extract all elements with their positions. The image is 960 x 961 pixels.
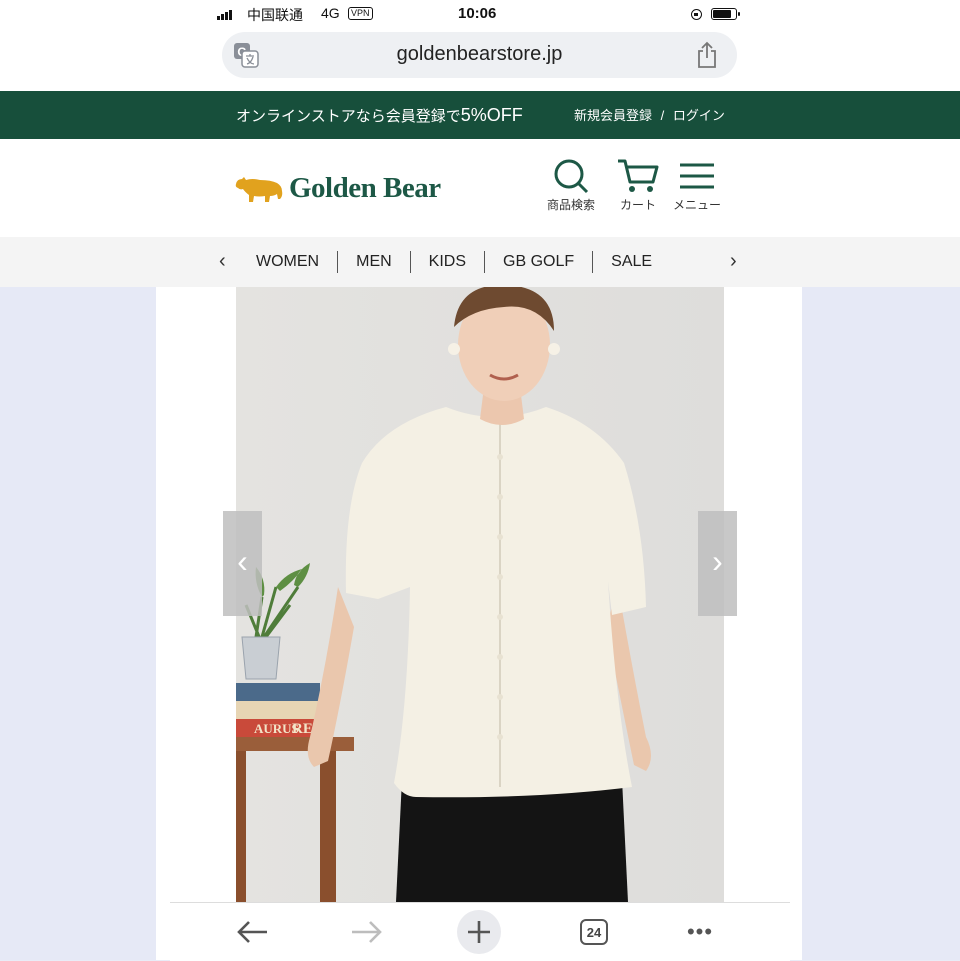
carousel-next-button[interactable]: ›	[698, 511, 737, 616]
plus-icon	[468, 921, 490, 943]
arrow-right-icon	[352, 921, 382, 943]
hamburger-menu-icon	[680, 163, 714, 189]
side-background-right	[802, 287, 960, 960]
register-link[interactable]: 新規会員登録	[574, 108, 652, 123]
tab-count-badge: 24	[580, 919, 608, 945]
nav-item-women[interactable]: WOMEN	[238, 253, 337, 271]
login-link[interactable]: ログイン	[673, 108, 725, 123]
new-tab-button[interactable]	[457, 910, 501, 954]
status-time: 10:06	[458, 5, 497, 22]
bear-logo-icon	[235, 177, 283, 202]
category-nav: ‹ WOMEN MEN KIDS GB GOLF SALE ›	[0, 237, 960, 287]
cart-label: カート	[619, 198, 656, 212]
tabs-button[interactable]: 24	[574, 913, 614, 951]
menu-label: メニュー	[672, 198, 721, 212]
arrow-left-icon	[237, 921, 267, 943]
battery-icon	[711, 8, 740, 20]
promo-discount: 5%OFF	[460, 105, 523, 125]
link-separator: /	[660, 108, 665, 123]
product-photo-illustration: AURUS REX	[236, 287, 724, 902]
chevron-right-icon: ›	[712, 543, 723, 579]
site-logo[interactable]: Golden Bear	[233, 170, 441, 206]
menu-button[interactable]: メニュー	[667, 158, 727, 213]
orientation-lock-icon	[691, 9, 702, 20]
forward-button[interactable]	[347, 913, 387, 951]
network-type: 4G	[321, 5, 340, 21]
promo-banner: オンラインストアなら会員登録で5%OFF 新規会員登録 / ログイン	[0, 91, 960, 139]
carrier-name: 中国联通	[247, 7, 303, 23]
promo-text-prefix: オンラインストアなら会員登録で	[236, 108, 461, 125]
carousel-prev-button[interactable]: ‹	[223, 511, 262, 616]
nav-prev-icon[interactable]: ‹	[219, 250, 226, 273]
nav-next-icon[interactable]: ›	[730, 250, 737, 273]
brand-name: Golden Bear	[289, 171, 441, 204]
signal-icon	[217, 10, 232, 20]
more-options-icon[interactable]: •••	[678, 913, 722, 951]
chevron-left-icon: ‹	[237, 543, 248, 579]
browser-toolbar: 24 •••	[170, 902, 790, 961]
search-label: 商品検索	[546, 198, 595, 212]
status-bar: 中国联通 4G VPN 10:06	[217, 4, 743, 26]
search-button[interactable]: 商品検索	[541, 158, 601, 213]
share-icon[interactable]	[695, 41, 719, 69]
cart-button[interactable]: カート	[608, 158, 668, 213]
search-icon	[554, 159, 589, 194]
promo-message: オンラインストアなら会員登録で5%OFF	[236, 105, 523, 126]
side-background-left	[0, 287, 156, 960]
account-links: 新規会員登録 / ログイン	[574, 105, 725, 124]
nav-item-kids[interactable]: KIDS	[411, 253, 484, 271]
cart-icon	[618, 159, 659, 192]
address-bar[interactable]: G goldenbearstore.jp	[222, 32, 737, 78]
nav-item-men[interactable]: MEN	[338, 253, 410, 271]
url-text[interactable]: goldenbearstore.jp	[222, 43, 737, 66]
back-button[interactable]	[232, 913, 272, 951]
vpn-badge: VPN	[348, 7, 373, 20]
nav-item-gb-golf[interactable]: GB GOLF	[485, 253, 592, 271]
product-image[interactable]: AURUS REX	[236, 287, 724, 902]
nav-item-sale[interactable]: SALE	[593, 253, 656, 271]
